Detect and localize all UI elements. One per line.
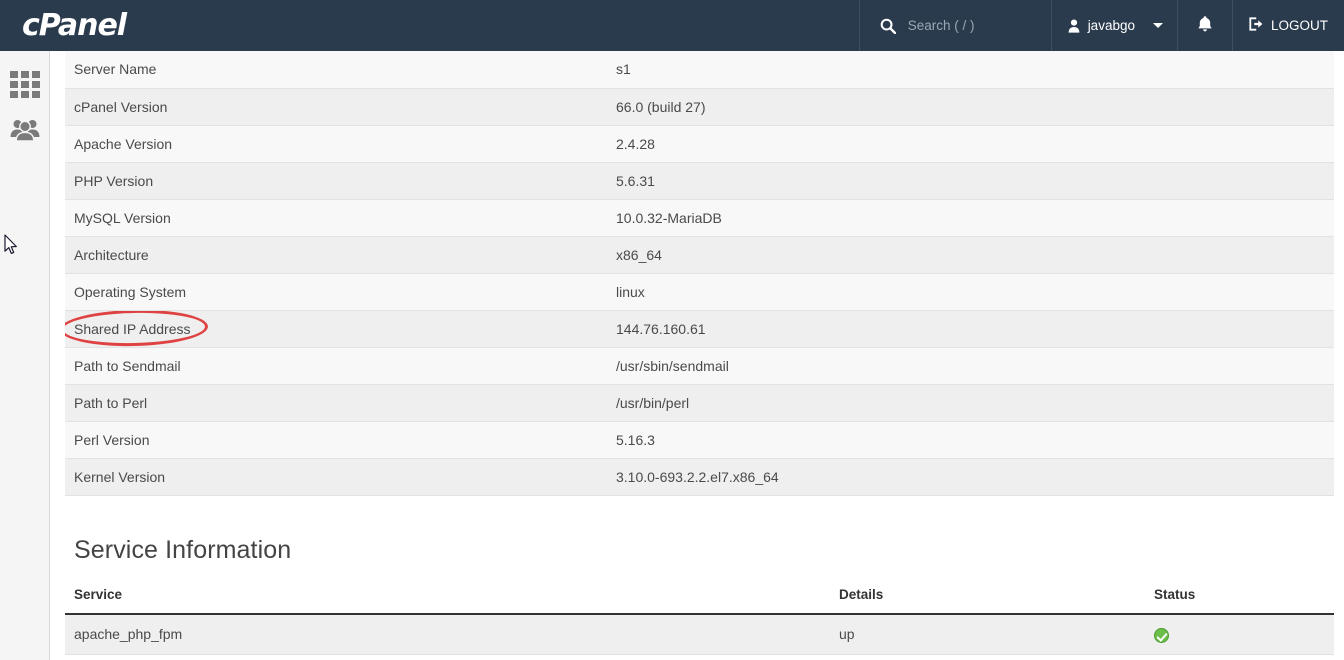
row-value: 66.0 (build 27) [615, 88, 1334, 126]
users-icon [10, 116, 40, 147]
logout-label: LOGOUT [1270, 18, 1328, 33]
row-value: /usr/bin/perl [615, 384, 1334, 422]
table-row-shared-ip: Shared IP Address 144.76.160.61 [65, 310, 1334, 348]
search-input[interactable] [907, 18, 1038, 33]
row-key: Architecture [65, 236, 615, 274]
left-sidebar [0, 51, 50, 660]
table-row: Operating System linux [65, 273, 1334, 311]
table-row: MySQL Version 10.0.32-MariaDB [65, 199, 1334, 237]
table-row: cPanel Version 66.0 (build 27) [65, 88, 1334, 126]
service-name: apache_php_fpm [65, 613, 830, 655]
header-spacer [160, 0, 859, 51]
notifications-button[interactable] [1176, 0, 1232, 51]
row-value: x86_64 [615, 236, 1334, 274]
row-key: Server Name [65, 51, 615, 89]
service-table-body: apache_php_fpm up [65, 613, 1334, 655]
row-key: cPanel Version [65, 88, 615, 126]
table-row: apache_php_fpm up [65, 613, 1334, 655]
chevron-down-icon [1152, 23, 1163, 28]
row-key: MySQL Version [65, 199, 615, 237]
table-row: Path to Sendmail /usr/sbin/sendmail [65, 347, 1334, 385]
service-status [1145, 613, 1334, 655]
table-row: Path to Perl /usr/bin/perl [65, 384, 1334, 422]
column-header-service[interactable]: Service [65, 580, 830, 615]
row-key: Path to Perl [65, 384, 615, 422]
logout-button[interactable]: LOGOUT [1231, 0, 1344, 51]
search-icon [880, 18, 896, 34]
service-details: up [830, 613, 1145, 655]
row-value: s1 [615, 51, 1334, 89]
row-value: 3.10.0-693.2.2.el7.x86_64 [615, 458, 1334, 496]
row-value: linux [615, 273, 1334, 311]
sidebar-item-apps[interactable] [0, 61, 50, 108]
bell-icon [1197, 15, 1213, 36]
row-key-shared-ip: Shared IP Address [65, 310, 615, 348]
row-value: 5.16.3 [615, 421, 1334, 459]
status-ok-icon [1154, 627, 1169, 643]
service-information-title: Service Information [74, 535, 292, 564]
table-row: Architecture x86_64 [65, 236, 1334, 274]
brand-text: cPanel [22, 7, 127, 43]
table-row: PHP Version 5.6.31 [65, 162, 1334, 200]
row-key: PHP Version [65, 162, 615, 200]
table-row: Apache Version 2.4.28 [65, 125, 1334, 163]
column-header-status[interactable]: Status [1145, 580, 1334, 615]
server-information-table: Server Name s1 cPanel Version 66.0 (buil… [65, 51, 1334, 496]
row-value: 2.4.28 [615, 125, 1334, 163]
search-box[interactable] [858, 0, 1051, 51]
row-value: 5.6.31 [615, 162, 1334, 200]
sidebar-item-user-manager[interactable] [0, 108, 50, 155]
row-key: Operating System [65, 273, 615, 311]
user-menu[interactable]: javabgo [1050, 0, 1177, 51]
cpanel-logo[interactable]: cPanel [0, 0, 160, 51]
table-row: Server Name s1 [65, 51, 1334, 89]
top-header-bar: cPanel javabgo [0, 0, 1344, 51]
row-value: /usr/sbin/sendmail [615, 347, 1334, 385]
user-name: javabgo [1087, 18, 1135, 33]
column-header-details[interactable]: Details [830, 580, 1145, 615]
server-information-body: Server Name s1 cPanel Version 66.0 (buil… [65, 51, 1334, 496]
service-information-table: Service Details Status apache_php_fpm up [65, 580, 1334, 655]
row-value-shared-ip: 144.76.160.61 [615, 310, 1334, 348]
table-header-row: Service Details Status [65, 580, 1334, 615]
table-row: Perl Version 5.16.3 [65, 421, 1334, 459]
row-key: Apache Version [65, 125, 615, 163]
logout-icon [1248, 16, 1264, 35]
table-row: Kernel Version 3.10.0-693.2.2.el7.x86_64 [65, 458, 1334, 496]
service-table-head: Service Details Status [65, 580, 1334, 615]
main-content: Server Name s1 cPanel Version 66.0 (buil… [51, 51, 1344, 660]
row-value: 10.0.32-MariaDB [615, 199, 1334, 237]
row-key: Path to Sendmail [65, 347, 615, 385]
user-icon [1068, 19, 1080, 33]
row-key: Kernel Version [65, 458, 615, 496]
row-key: Perl Version [65, 421, 615, 459]
grid-icon [10, 71, 40, 98]
row-key-label: Shared IP Address [74, 320, 191, 337]
